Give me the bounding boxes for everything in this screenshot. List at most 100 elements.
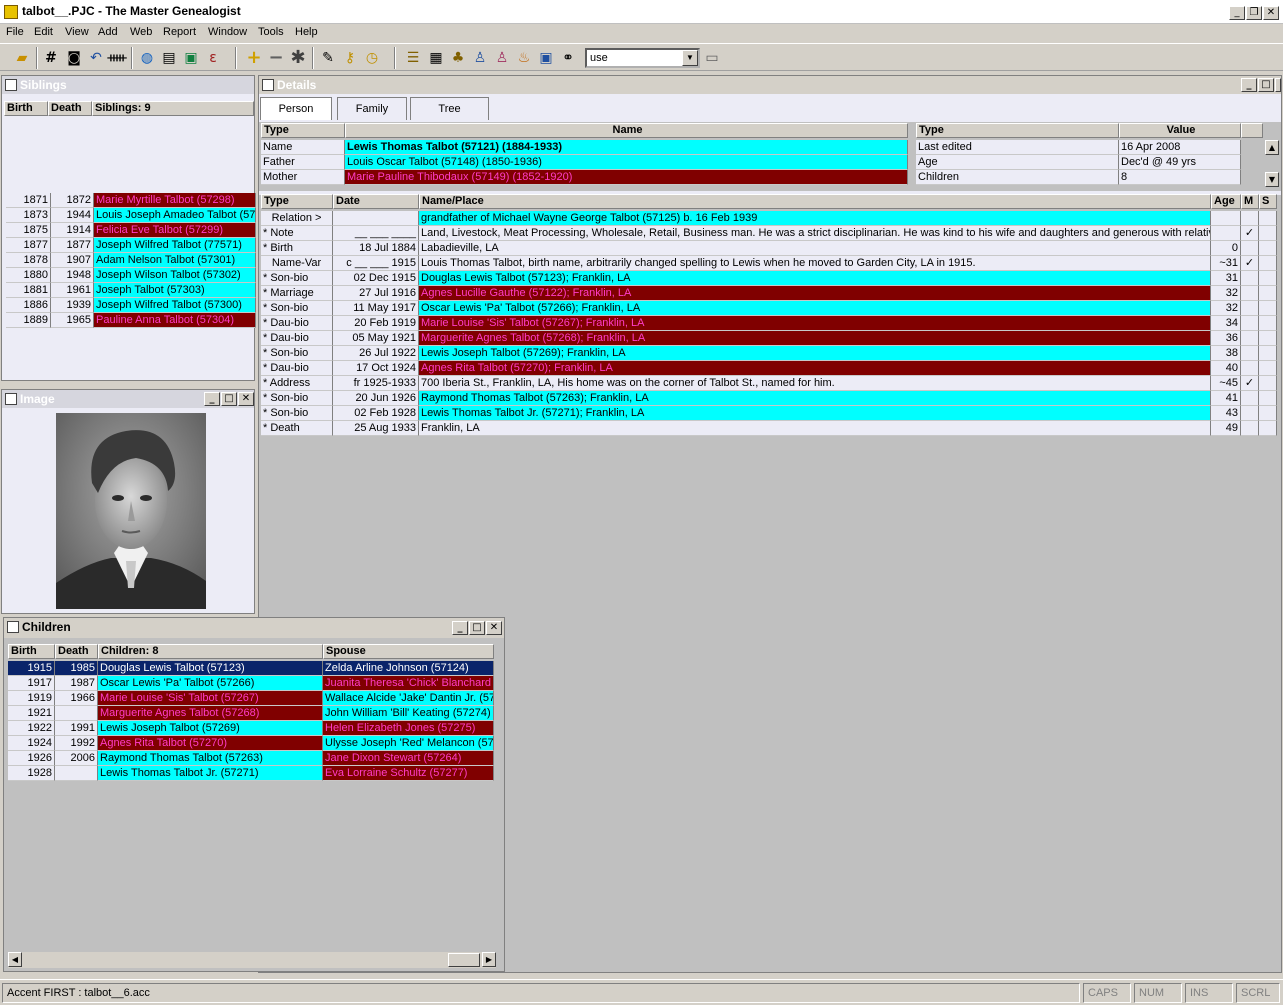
event-age[interactable] <box>1211 226 1241 241</box>
sibling-name[interactable]: Joseph Wilfred Talbot (77571) <box>94 238 256 253</box>
name-header-name[interactable]: Name <box>345 123 908 138</box>
event-header-age[interactable]: Age <box>1211 194 1241 209</box>
sibling-name[interactable]: Louis Joseph Amadeo Talbot (57297) <box>94 208 256 223</box>
child-name[interactable]: Lewis Joseph Talbot (57269) <box>98 721 323 736</box>
event-memo-flag[interactable]: ✓ <box>1241 226 1259 241</box>
event-memo-flag[interactable] <box>1241 361 1259 376</box>
clock-icon[interactable]: ◷ <box>362 48 382 68</box>
info-row-type[interactable]: Age <box>916 155 1119 170</box>
event-age[interactable]: 32 <box>1211 301 1241 316</box>
event-place[interactable]: Labadieville, LA <box>419 241 1211 256</box>
event-type[interactable]: * Son-bio <box>261 346 333 361</box>
name-row-type[interactable]: Name <box>261 140 345 155</box>
scroll-right-button[interactable]: ▶ <box>482 952 496 967</box>
chart-icon[interactable]: ɛ <box>203 48 223 68</box>
sibling-death[interactable]: 1877 <box>51 238 94 253</box>
event-type[interactable]: * Dau-bio <box>261 331 333 346</box>
child-death[interactable]: 1992 <box>55 736 98 751</box>
event-source-flag[interactable] <box>1259 346 1277 361</box>
children-header-death[interactable]: Death <box>55 644 98 659</box>
child-spouse[interactable]: Eva Lorraine Schultz (57277) <box>323 766 494 781</box>
sibling-birth[interactable]: 1886 <box>6 298 51 313</box>
event-date[interactable]: 05 May 1921 <box>333 331 419 346</box>
event-type[interactable]: * Birth <box>261 241 333 256</box>
menu-help[interactable]: Help <box>295 26 318 38</box>
sibling-death[interactable]: 1907 <box>51 253 94 268</box>
event-memo-flag[interactable] <box>1241 211 1259 226</box>
event-type[interactable]: * Marriage <box>261 286 333 301</box>
event-memo-flag[interactable] <box>1241 271 1259 286</box>
event-type[interactable]: * Son-bio <box>261 301 333 316</box>
event-source-flag[interactable] <box>1259 406 1277 421</box>
sibling-name[interactable]: Joseph Wilson Talbot (57302) <box>94 268 256 283</box>
siblings-header-birth[interactable]: Birth <box>4 101 48 116</box>
camera-icon[interactable]: ▣ <box>181 48 201 68</box>
name-row-value[interactable]: Louis Oscar Talbot (57148) (1850-1936) <box>345 155 908 170</box>
event-date[interactable]: __ ___ ____ <box>333 226 419 241</box>
event-memo-flag[interactable] <box>1241 316 1259 331</box>
name-row-value[interactable]: Marie Pauline Thibodaux (57149) (1852-19… <box>345 170 908 185</box>
sibling-name[interactable]: Joseph Talbot (57303) <box>94 283 256 298</box>
event-memo-flag[interactable] <box>1241 406 1259 421</box>
tab-person[interactable]: Person <box>260 97 332 120</box>
tab-family[interactable]: Family <box>337 97 407 120</box>
event-type[interactable]: * Son-bio <box>261 406 333 421</box>
info-header-type[interactable]: Type <box>916 123 1119 138</box>
event-date[interactable]: 17 Oct 1924 <box>333 361 419 376</box>
children-close-button[interactable]: ✕ <box>486 621 502 635</box>
children-horizontal-scrollbar[interactable]: ◀ ▶ <box>8 952 496 968</box>
details-minimize-button[interactable]: _ <box>1241 78 1257 92</box>
tab-tree[interactable]: Tree <box>410 97 489 120</box>
restore-button[interactable]: ❐ <box>1246 6 1262 20</box>
link-icon[interactable]: ⚭ <box>558 48 578 68</box>
event-date[interactable]: 02 Dec 1915 <box>333 271 419 286</box>
event-type[interactable]: Relation > <box>261 211 333 226</box>
event-date[interactable]: 20 Feb 1919 <box>333 316 419 331</box>
sibling-death[interactable]: 1944 <box>51 208 94 223</box>
details-restore-button[interactable]: □ <box>1258 78 1274 92</box>
notepad-icon[interactable]: ▤ <box>159 48 179 68</box>
child-name[interactable]: Agnes Rita Talbot (57270) <box>98 736 323 751</box>
details-close-button[interactable] <box>1275 78 1281 92</box>
child-birth[interactable]: 1924 <box>8 736 55 751</box>
event-date[interactable]: 20 Jun 1926 <box>333 391 419 406</box>
sibling-name[interactable]: Marie Myrtille Talbot (57298) <box>94 193 256 208</box>
event-source-flag[interactable] <box>1259 226 1277 241</box>
event-date[interactable]: fr 1925-1933 <box>333 376 419 391</box>
child-name[interactable]: Raymond Thomas Talbot (57263) <box>98 751 323 766</box>
menu-file[interactable]: File <box>6 26 24 38</box>
sibling-death[interactable]: 1961 <box>51 283 94 298</box>
event-place[interactable]: 700 Iberia St., Franklin, LA, His home w… <box>419 376 1211 391</box>
sibling-birth[interactable]: 1881 <box>6 283 51 298</box>
list-view-icon[interactable]: ▦ <box>426 48 446 68</box>
sibling-name[interactable]: Felicia Eve Talbot (57299) <box>94 223 256 238</box>
child-name[interactable]: Oscar Lewis 'Pa' Talbot (57266) <box>98 676 323 691</box>
children-minimize-button[interactable]: _ <box>452 621 468 635</box>
event-header-place[interactable]: Name/Place <box>419 194 1211 209</box>
portrait-photo[interactable] <box>56 413 206 609</box>
add-icon[interactable]: + <box>244 48 264 68</box>
child-name[interactable]: Marguerite Agnes Talbot (57268) <box>98 706 323 721</box>
image-close-button[interactable]: ✕ <box>238 392 254 406</box>
menu-report[interactable]: Report <box>163 26 196 38</box>
event-source-flag[interactable] <box>1259 241 1277 256</box>
sibling-name[interactable]: Pauline Anna Talbot (57304) <box>94 313 256 328</box>
event-type[interactable]: * Dau-bio <box>261 316 333 331</box>
child-spouse[interactable]: Helen Elizabeth Jones (57275) <box>323 721 494 736</box>
child-birth[interactable]: 1915 <box>8 661 55 676</box>
event-place[interactable]: Agnes Rita Talbot (57270); Franklin, LA <box>419 361 1211 376</box>
event-memo-flag[interactable]: ✓ <box>1241 376 1259 391</box>
menu-add[interactable]: Add <box>98 26 118 38</box>
sibling-death[interactable]: 1965 <box>51 313 94 328</box>
event-date[interactable]: 27 Jul 1916 <box>333 286 419 301</box>
sibling-birth[interactable]: 1880 <box>6 268 51 283</box>
menu-tools[interactable]: Tools <box>258 26 284 38</box>
info-row-value[interactable]: 8 <box>1119 170 1241 185</box>
child-death[interactable]: 2006 <box>55 751 98 766</box>
close-button[interactable]: ✕ <box>1263 6 1279 20</box>
pedigree-icon[interactable]: ♙ <box>470 48 490 68</box>
event-place[interactable]: Oscar Lewis 'Pa' Talbot (57266); Frankli… <box>419 301 1211 316</box>
siblings-header-name[interactable]: Siblings: 9 <box>92 101 254 116</box>
info-row-value[interactable]: 16 Apr 2008 <box>1119 140 1241 155</box>
event-place[interactable]: Agnes Lucille Gauthe (57122); Franklin, … <box>419 286 1211 301</box>
